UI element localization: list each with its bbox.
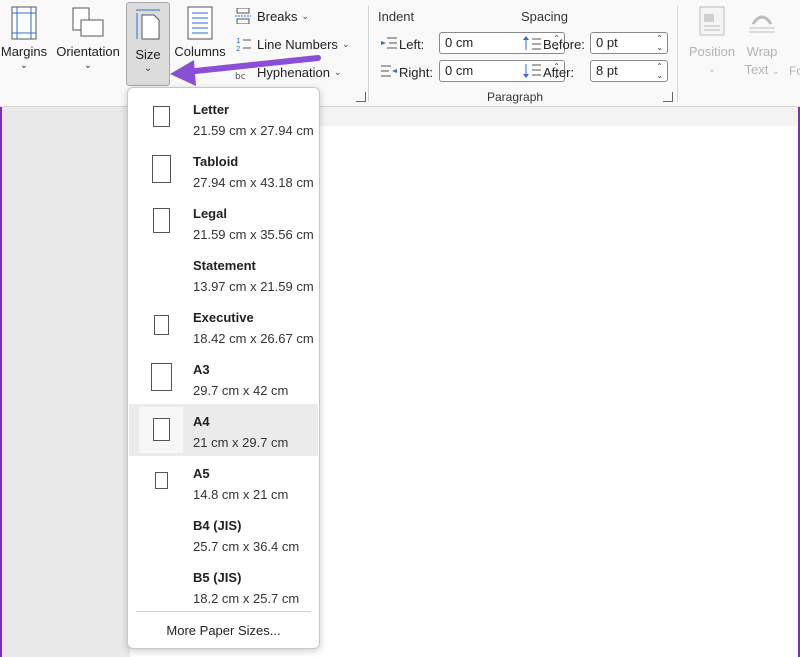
annotation-arrow-icon (170, 55, 321, 86)
